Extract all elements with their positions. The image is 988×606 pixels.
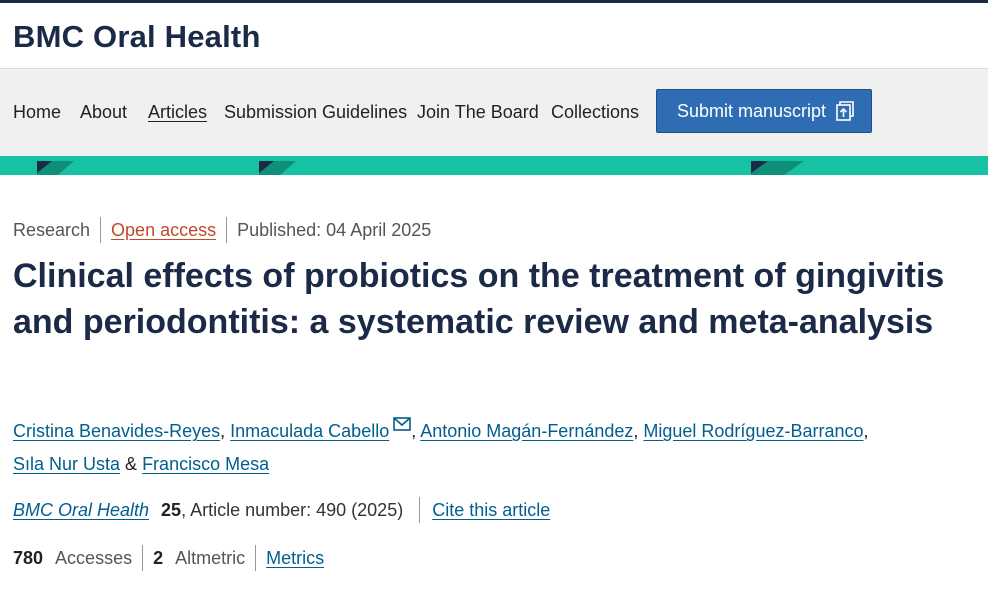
journal-logo[interactable]: BMC Oral Health [13,19,261,55]
article-type: Research [13,219,91,240]
author-link[interactable]: Antonio Magán-Fernández [420,421,633,441]
cite-this-article-link[interactable]: Cite this article [432,500,550,521]
divider [419,497,421,523]
metrics-link[interactable]: Metrics [266,548,324,569]
volume: 25 [161,499,182,520]
upload-document-icon [835,100,855,122]
altmetric-label: Altmetric [175,547,246,568]
author-link[interactable]: Francisco Mesa [142,454,269,474]
author-list: Cristina Benavides-Reyes, Inmaculada Cab… [13,409,973,481]
divider [226,217,228,243]
decorative-stripe [0,156,988,175]
citation-line: BMC Oral Health 25 , Article number: 490… [13,497,550,523]
author-link[interactable]: Inmaculada Cabello [230,421,389,441]
submit-manuscript-button[interactable]: Submit manuscript [656,89,872,133]
submit-manuscript-label: Submit manuscript [677,100,827,121]
altmetric-count: 2 [153,547,164,568]
article-title: Clinical effects of probiotics on the tr… [13,257,945,341]
author-link[interactable]: Sıla Nur Usta [13,454,120,474]
site-header: BMC Oral Health [0,3,988,69]
nav-about[interactable]: About [80,102,127,123]
accesses-label: Accesses [55,547,133,568]
journal-link[interactable]: BMC Oral Health [13,500,149,521]
open-access-link[interactable]: Open access [111,220,216,241]
article-number: , Article number: 490 (2025) [181,499,404,520]
metrics-line: 780 Accesses 2 Altmetric Metrics [13,545,324,571]
nav-collections[interactable]: Collections [551,102,639,123]
nav-articles[interactable]: Articles [148,102,207,123]
main-nav: Home About Articles Submission Guideline… [0,69,988,156]
author-link[interactable]: Miguel Rodríguez-Barranco [643,421,863,441]
accesses-count: 780 [13,547,44,568]
nav-join-the-board[interactable]: Join The Board [417,102,539,123]
published-date: Published: 04 April 2025 [237,219,432,240]
email-icon[interactable] [393,409,412,431]
article-meta: Research Open access Published: 04 April… [13,217,431,243]
divider [255,545,257,571]
divider [142,545,144,571]
divider [100,217,102,243]
nav-submission-guidelines[interactable]: Submission Guidelines [224,102,407,123]
nav-home[interactable]: Home [13,102,61,123]
author-link[interactable]: Cristina Benavides-Reyes [13,421,220,441]
